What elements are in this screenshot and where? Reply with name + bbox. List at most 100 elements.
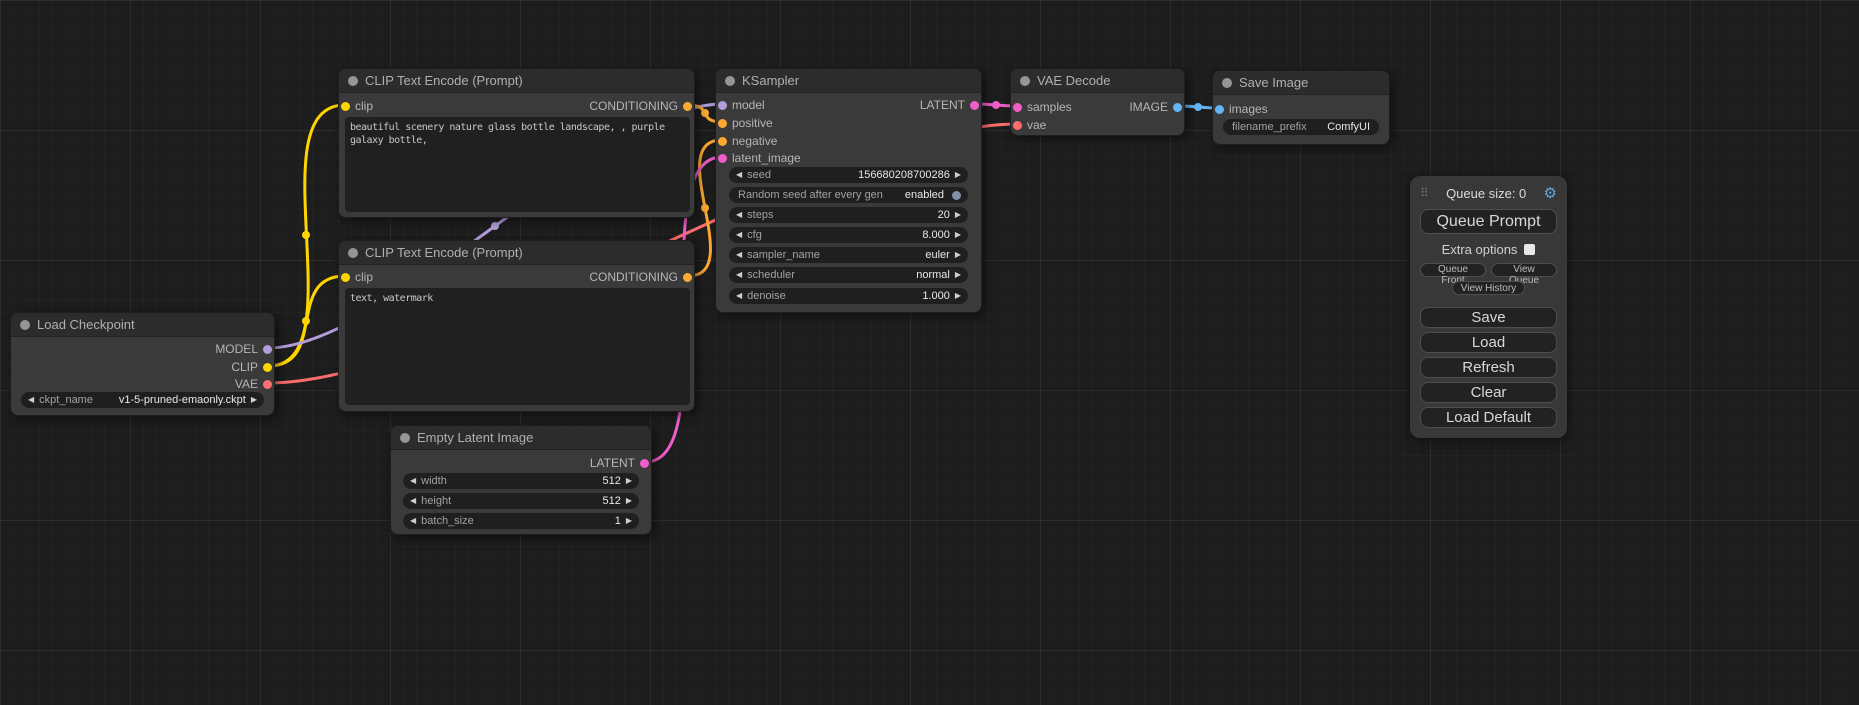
node-ksampler[interactable]: KSampler model positive negative latent_… xyxy=(715,68,982,313)
widget-label: width xyxy=(421,475,447,487)
clip-input-label: clip xyxy=(355,99,373,113)
next-arrow-icon[interactable]: ▶ xyxy=(955,251,961,259)
increment-arrow-icon[interactable]: ▶ xyxy=(955,211,961,219)
filename-prefix-widget[interactable]: filename_prefix ComfyUI xyxy=(1223,119,1379,135)
decrement-arrow-icon[interactable]: ◀ xyxy=(736,211,742,219)
view-history-button[interactable]: View History xyxy=(1452,281,1525,295)
widget-label: height xyxy=(421,495,451,507)
node-title: CLIP Text Encode (Prompt) xyxy=(365,245,523,260)
collapse-toggle-icon[interactable] xyxy=(348,76,358,86)
widget-value: 1.000 xyxy=(922,290,950,302)
latent-output-slot[interactable] xyxy=(640,459,649,468)
node-title-bar[interactable]: Empty Latent Image xyxy=(391,426,651,450)
denoise-widget[interactable]: ◀ denoise 1.000 ▶ xyxy=(729,288,968,304)
random-seed-toggle-widget[interactable]: Random seed after every gen enabled xyxy=(729,187,968,203)
node-clip-text-encode-negative[interactable]: CLIP Text Encode (Prompt) clip CONDITION… xyxy=(338,240,695,412)
collapse-toggle-icon[interactable] xyxy=(725,76,735,86)
node-title-bar[interactable]: Load Checkpoint xyxy=(11,313,274,337)
queue-front-button[interactable]: Queue Front xyxy=(1420,263,1486,277)
conditioning-output-slot[interactable] xyxy=(683,273,692,282)
clip-output-slot[interactable] xyxy=(263,363,272,372)
node-title-bar[interactable]: CLIP Text Encode (Prompt) xyxy=(339,69,694,93)
menu-spacer xyxy=(1420,299,1557,307)
increment-arrow-icon[interactable]: ▶ xyxy=(626,497,632,505)
width-widget[interactable]: ◀ width 512 ▶ xyxy=(403,473,639,489)
sampler-name-widget[interactable]: ◀ sampler_name euler ▶ xyxy=(729,247,968,263)
save-button[interactable]: Save xyxy=(1420,307,1557,328)
model-output-slot[interactable] xyxy=(263,345,272,354)
decrement-arrow-icon[interactable]: ◀ xyxy=(736,231,742,239)
load-default-button[interactable]: Load Default xyxy=(1420,407,1557,428)
node-vae-decode[interactable]: VAE Decode samples vae IMAGE xyxy=(1010,68,1185,136)
prev-arrow-icon[interactable]: ◀ xyxy=(28,396,34,404)
prev-arrow-icon[interactable]: ◀ xyxy=(736,271,742,279)
increment-arrow-icon[interactable]: ▶ xyxy=(955,292,961,300)
positive-prompt-textarea[interactable]: beautiful scenery nature glass bottle la… xyxy=(345,117,690,212)
widget-label: denoise xyxy=(747,290,786,302)
widget-value: enabled xyxy=(905,189,944,201)
increment-arrow-icon[interactable]: ▶ xyxy=(955,231,961,239)
toggle-indicator-icon[interactable] xyxy=(952,191,961,200)
load-button[interactable]: Load xyxy=(1420,332,1557,353)
increment-arrow-icon[interactable]: ▶ xyxy=(626,477,632,485)
widget-value: 20 xyxy=(938,209,950,221)
view-queue-button[interactable]: View Queue xyxy=(1491,263,1557,277)
batch-size-widget[interactable]: ◀ batch_size 1 ▶ xyxy=(403,513,639,529)
height-widget[interactable]: ◀ height 512 ▶ xyxy=(403,493,639,509)
conditioning-output-slot[interactable] xyxy=(683,102,692,111)
node-empty-latent-image[interactable]: Empty Latent Image LATENT ◀ width 512 ▶ … xyxy=(390,425,652,535)
samples-input-slot[interactable] xyxy=(1013,103,1022,112)
next-arrow-icon[interactable]: ▶ xyxy=(955,271,961,279)
decrement-arrow-icon[interactable]: ◀ xyxy=(410,497,416,505)
extra-options-checkbox[interactable] xyxy=(1524,244,1535,255)
widget-label: seed xyxy=(747,169,771,181)
prev-arrow-icon[interactable]: ◀ xyxy=(736,251,742,259)
images-input-slot[interactable] xyxy=(1215,105,1224,114)
node-title-bar[interactable]: Save Image xyxy=(1213,71,1389,95)
queue-panel-header: ⠿ Queue size: 0 ⚙ xyxy=(1420,184,1557,202)
collapse-toggle-icon[interactable] xyxy=(1020,76,1030,86)
decrement-arrow-icon[interactable]: ◀ xyxy=(736,171,742,179)
decrement-arrow-icon[interactable]: ◀ xyxy=(410,477,416,485)
collapse-toggle-icon[interactable] xyxy=(348,248,358,258)
steps-widget[interactable]: ◀ steps 20 ▶ xyxy=(729,207,968,223)
clip-input-slot[interactable] xyxy=(341,102,350,111)
positive-input-slot[interactable] xyxy=(718,119,727,128)
latent-output-slot[interactable] xyxy=(970,101,979,110)
clear-button[interactable]: Clear xyxy=(1420,382,1557,403)
node-title-bar[interactable]: VAE Decode xyxy=(1011,69,1184,93)
model-input-slot[interactable] xyxy=(718,101,727,110)
refresh-button[interactable]: Refresh xyxy=(1420,357,1557,378)
ckpt-name-widget[interactable]: ◀ ckpt_name v1-5-pruned-emaonly.ckpt ▶ xyxy=(21,392,264,408)
negative-prompt-textarea[interactable]: text, watermark xyxy=(345,288,690,405)
vae-output-slot[interactable] xyxy=(263,380,272,389)
negative-input-slot[interactable] xyxy=(718,137,727,146)
next-arrow-icon[interactable]: ▶ xyxy=(251,396,257,404)
cfg-widget[interactable]: ◀ cfg 8.000 ▶ xyxy=(729,227,968,243)
node-title-bar[interactable]: CLIP Text Encode (Prompt) xyxy=(339,241,694,265)
node-save-image[interactable]: Save Image images filename_prefix ComfyU… xyxy=(1212,70,1390,145)
settings-gear-icon[interactable]: ⚙ xyxy=(1544,184,1557,202)
image-output-slot[interactable] xyxy=(1173,103,1182,112)
collapse-toggle-icon[interactable] xyxy=(20,320,30,330)
increment-arrow-icon[interactable]: ▶ xyxy=(626,517,632,525)
widget-value: 512 xyxy=(602,475,620,487)
increment-arrow-icon[interactable]: ▶ xyxy=(955,171,961,179)
node-clip-text-encode-positive[interactable]: CLIP Text Encode (Prompt) clip CONDITION… xyxy=(338,68,695,218)
decrement-arrow-icon[interactable]: ◀ xyxy=(410,517,416,525)
seed-widget[interactable]: ◀ seed 156680208700286 ▶ xyxy=(729,167,968,183)
latent-image-input-label: latent_image xyxy=(732,151,801,165)
queue-prompt-button[interactable]: Queue Prompt xyxy=(1420,209,1557,234)
vae-input-slot[interactable] xyxy=(1013,121,1022,130)
node-load-checkpoint[interactable]: Load Checkpoint MODEL CLIP VAE ◀ ckpt_na… xyxy=(10,312,275,416)
node-title-bar[interactable]: KSampler xyxy=(716,69,981,93)
drag-handle-icon[interactable]: ⠿ xyxy=(1420,186,1429,200)
node-graph-canvas[interactable]: Load Checkpoint MODEL CLIP VAE ◀ ckpt_na… xyxy=(0,0,1859,705)
latent-image-input-slot[interactable] xyxy=(718,154,727,163)
collapse-toggle-icon[interactable] xyxy=(1222,78,1232,88)
collapse-toggle-icon[interactable] xyxy=(400,433,410,443)
clip-input-slot[interactable] xyxy=(341,273,350,282)
negative-input-label: negative xyxy=(732,134,777,148)
decrement-arrow-icon[interactable]: ◀ xyxy=(736,292,742,300)
scheduler-widget[interactable]: ◀ scheduler normal ▶ xyxy=(729,267,968,283)
